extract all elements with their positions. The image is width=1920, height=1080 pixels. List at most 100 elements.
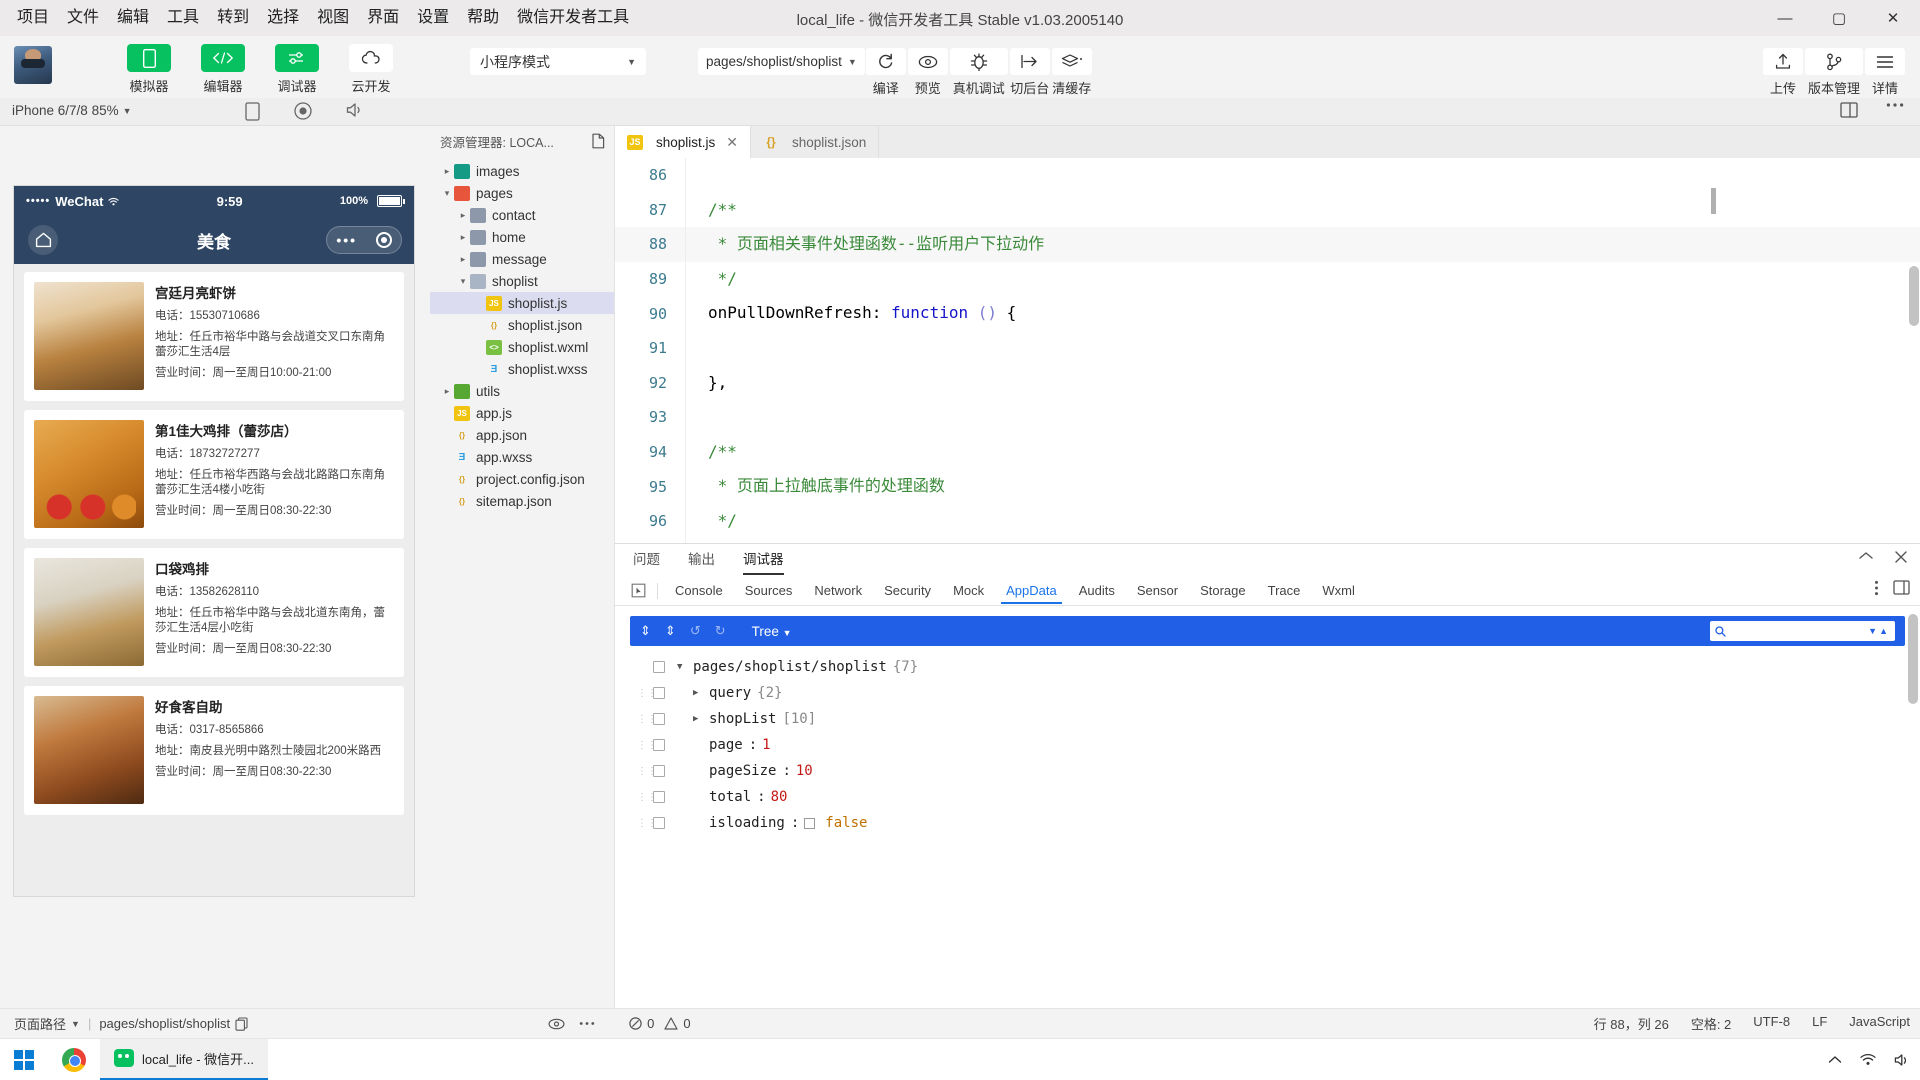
list-item[interactable]: 第1佳大鸡排（蕾莎店） 电话：18732727277 地址：任丘市裕华西路与会战… [24,410,404,539]
file-tree-item-app-json[interactable]: {} app.json [430,424,614,446]
rotate-device-icon[interactable] [245,102,260,121]
tab-output[interactable]: 输出 [688,548,715,573]
menu-item-file[interactable]: 文件 [58,5,108,31]
cursor-position[interactable]: 行 88，列 26 [1594,1014,1669,1033]
list-item[interactable]: 好食客自助 电话：0317-8565866 地址：南皮县光明中路烈士陵园北200… [24,686,404,815]
code-text[interactable]: /** [685,192,1625,228]
split-editor-icon[interactable] [1840,102,1858,118]
devtools-tab-appdata[interactable]: AppData [995,578,1068,604]
new-file-icon[interactable] [591,133,606,149]
chevron-down-icon[interactable]: ▾ [440,188,454,199]
capsule-button[interactable]: ••• [326,226,402,254]
file-tree-item-home[interactable]: ▸ home [430,226,614,248]
route-select[interactable]: pages/shoplist/shoplist ▼ [698,48,865,75]
code-area[interactable]: 86 87/** 88 * 页面相关事件处理函数--监听用户下拉动作 89 */90 o… [615,158,1920,543]
tab-debugger[interactable]: 调试器 [743,548,784,575]
file-tree-item-images[interactable]: ▸ images [430,160,614,182]
chevron-right-icon[interactable]: ▶ [693,688,709,698]
record-icon[interactable] [294,102,312,121]
search-input[interactable]: ▼▲ [1710,621,1895,641]
file-tree-item-app-wxss[interactable]: Ǝapp.wxss [430,446,614,468]
bool-checkbox[interactable] [804,818,816,829]
code-line[interactable]: 87 /** [615,192,1920,228]
code-line[interactable]: 88 * 页面相关事件处理函数--监听用户下拉动作 [615,227,1920,262]
drag-handle-icon[interactable]: ⋮⋮ [637,792,657,803]
list-item[interactable]: 口袋鸡排 电话：13582628110 地址：任丘市裕华中路与会战北道东南角，蕾… [24,548,404,677]
version-control-button[interactable]: 版本管理 [1805,36,1863,97]
code-text[interactable]: * 页面上拉触底事件的处理函数 [685,469,1625,504]
code-text[interactable]: /** [685,434,1625,470]
inspect-element-icon[interactable] [625,580,651,602]
menu-item-help[interactable]: 帮助 [458,5,508,31]
indent-setting[interactable]: 空格: 2 [1691,1014,1731,1033]
error-count[interactable]: 0 [629,1016,654,1031]
chevron-up-icon[interactable] [1828,1055,1842,1064]
encoding[interactable]: UTF-8 [1753,1014,1790,1033]
close-icon[interactable] [1894,550,1908,564]
code-line[interactable]: 94 /** [615,434,1920,470]
code-text[interactable]: onPullDownRefresh: function () { [685,296,1625,331]
avatar[interactable] [14,46,52,84]
row-checkbox[interactable] [653,713,665,725]
menu-item-view[interactable]: 视图 [308,5,358,31]
preview-button[interactable]: 预览 [907,36,948,97]
appdata-row[interactable]: ⋮⋮ total :80 [637,784,1920,810]
code-text[interactable]: */ [685,261,1625,297]
menu-item-devtools[interactable]: 微信开发者工具 [508,5,638,31]
copy-icon[interactable] [235,1016,248,1031]
view-mode-select[interactable]: Tree ▼ [752,624,792,639]
drag-handle-icon[interactable]: ⋮⋮ [637,714,657,725]
row-checkbox[interactable] [653,739,665,751]
devtools-tab-wxml[interactable]: Wxml [1311,578,1366,603]
devtools-tab-sensor[interactable]: Sensor [1126,578,1189,603]
file-tree-item-message[interactable]: ▸ message [430,248,614,270]
file-tree-item-pages[interactable]: ▾ pages [430,182,614,204]
mode-select[interactable]: 小程序模式 ▼ [470,48,646,75]
file-tree-item-contact[interactable]: ▸ contact [430,204,614,226]
menu-item-tools[interactable]: 工具 [158,5,208,31]
appdata-value[interactable]: 10 [796,763,813,779]
undo-icon[interactable]: ↺ [690,623,701,639]
appdata-tree[interactable]: ▼ pages/shoplist/shoplist {7} ⋮⋮ ▶ query {2} ⋮⋮… [615,646,1920,836]
devtools-tab-security[interactable]: Security [873,578,942,603]
chevron-right-icon[interactable]: ▸ [456,232,470,243]
file-tree-item-shoplist-json[interactable]: {} shoplist.json [430,314,614,336]
tab-shoplist-js[interactable]: JS shoplist.js ✕ [615,126,752,158]
appdata-row[interactable]: ⋮⋮ pageSize :10 [637,758,1920,784]
menu-item-goto[interactable]: 转到 [208,5,258,31]
devtools-tab-storage[interactable]: Storage [1189,578,1257,603]
code-text[interactable] [685,400,1625,435]
file-tree-item-shoplist-js[interactable]: JS shoplist.js [430,292,614,314]
minimize-button[interactable]: — [1758,0,1812,36]
network-icon[interactable] [1860,1053,1876,1066]
expand-all-icon[interactable]: ⇕ [640,623,651,639]
file-tree[interactable]: ▸ images ▾ pages ▸ contact ▸ home ▸ message ▾ shopl… [430,156,614,512]
drag-handle-icon[interactable]: ⋮⋮ [637,766,657,777]
appdata-row[interactable]: ⋮⋮ ▶ shopList [10] [637,706,1920,732]
collapse-icon[interactable] [1858,550,1874,564]
taskbar-chrome[interactable] [48,1039,100,1080]
device-select[interactable]: iPhone 6/7/8 85% ▼ [12,103,132,118]
appdata-row[interactable]: ▼ pages/shoplist/shoplist {7} [637,654,1920,680]
file-tree-item-shoplist[interactable]: ▾ shoplist [430,270,614,292]
row-checkbox[interactable] [653,791,665,803]
preview-toggle-icon[interactable] [548,1018,565,1030]
taskbar-active-app[interactable]: local_life - 微信开... [100,1038,268,1080]
tab-problems[interactable]: 问题 [633,548,660,573]
code-line[interactable]: 95 * 页面上拉触底事件的处理函数 [615,469,1920,504]
list-item[interactable]: 宫廷月亮虾饼 电话：15530710686 地址：任丘市裕华中路与会战道交叉口东… [24,272,404,401]
line-ending[interactable]: LF [1812,1014,1827,1033]
devtools-tab-trace[interactable]: Trace [1257,578,1312,603]
code-text[interactable] [685,158,1625,193]
devtools-tab-network[interactable]: Network [803,578,873,603]
collapse-all-icon[interactable]: ⇕ [665,623,676,639]
code-text[interactable] [685,330,1625,366]
drag-handle-icon[interactable]: ⋮⋮ [637,818,657,829]
compile-button[interactable]: 编译 [865,36,906,97]
code-text[interactable]: */ [685,503,1625,539]
appdata-value[interactable]: false [825,815,867,831]
page-path-value-group[interactable]: pages/shoplist/shoplist [99,1016,248,1031]
details-button[interactable]: 详情 [1865,36,1905,97]
code-line[interactable]: 90 onPullDownRefresh: function () { [615,296,1920,331]
code-line[interactable]: 92}, [615,365,1920,401]
